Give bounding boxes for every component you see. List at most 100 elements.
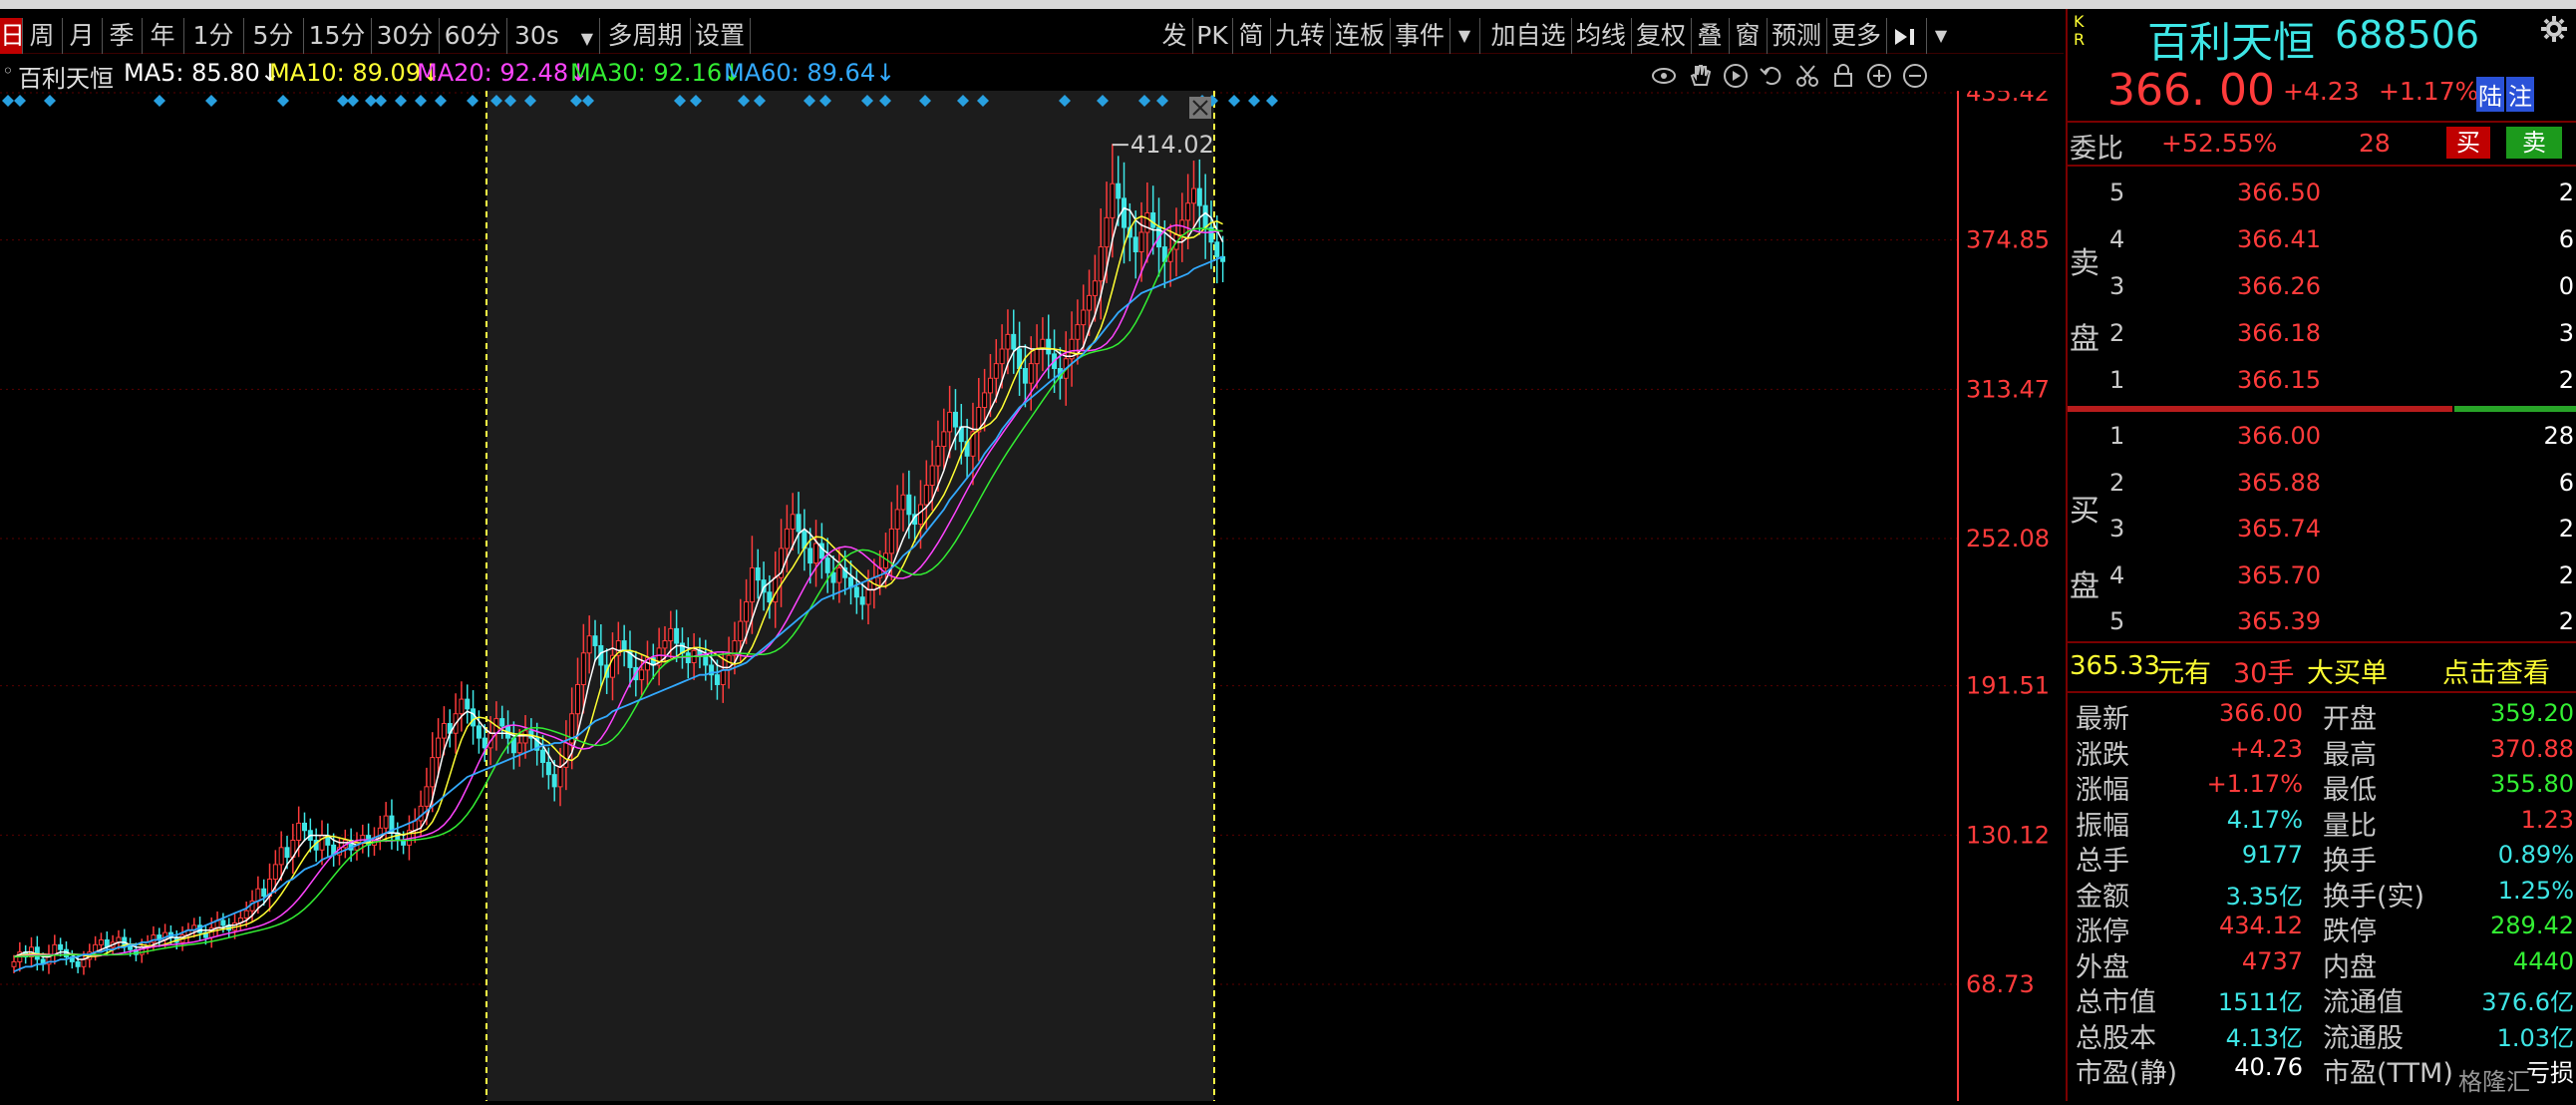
event-marker-icon[interactable] [435, 95, 447, 107]
event-marker-icon[interactable] [1228, 95, 1240, 107]
collapse-panel-icon[interactable] [1886, 18, 1927, 54]
event-marker-icon[interactable] [44, 95, 56, 107]
stat-label: 换手 [2323, 846, 2377, 877]
lock-icon[interactable] [1830, 63, 1856, 89]
y-tick-label: 435.42 [1966, 91, 2050, 107]
adjust-button[interactable]: 复权 [1631, 18, 1692, 54]
y-tick-label: 313.47 [1966, 375, 2050, 403]
period-60min[interactable]: 60分 [439, 18, 507, 54]
ask-level-price[interactable]: 366.41 [2237, 225, 2321, 253]
stat-label: 金额 [2076, 881, 2129, 913]
ask-level-price[interactable]: 366.50 [2237, 179, 2321, 206]
zoom-in-icon[interactable] [1866, 63, 1892, 89]
event-marker-icon[interactable] [154, 95, 165, 107]
candle-body [830, 571, 836, 583]
period-5min[interactable]: 5分 [243, 18, 304, 54]
play-icon[interactable] [1723, 63, 1749, 89]
toolbar-lianban-button[interactable]: 连板 [1330, 18, 1391, 54]
candle-body [545, 761, 551, 776]
candle-body [1075, 324, 1081, 340]
candle-body [424, 786, 430, 807]
close-range-icon[interactable] [1189, 97, 1211, 119]
toolbar-fa-button[interactable]: 发 [1156, 18, 1193, 54]
event-marker-icon[interactable] [395, 95, 407, 107]
bid-level-price[interactable]: 365.88 [2237, 469, 2321, 497]
ask-level-volume: 0 [2558, 272, 2574, 300]
settings-button[interactable]: 设置 [690, 18, 751, 54]
more-button[interactable]: 更多 [1826, 18, 1887, 54]
bid-level-price[interactable]: 365.39 [2237, 607, 2321, 635]
stat-label: 市盈(静) [2076, 1058, 2178, 1089]
event-marker-icon[interactable] [415, 95, 427, 107]
scissors-icon[interactable] [1794, 63, 1820, 89]
stat-label: 涨跌 [2076, 739, 2129, 771]
ask-level-price[interactable]: 366.26 [2237, 272, 2321, 300]
gear-icon[interactable] [2540, 15, 2568, 47]
bigorder-hands: 30手 [2233, 658, 2295, 689]
window-button[interactable]: 窗 [1729, 18, 1768, 54]
kline-chart[interactable]: 435.42 374.85 313.47 252.08 191.51 130.12 68.7… [0, 79, 2064, 1101]
bigorder-link[interactable]: 点击查看 [2442, 651, 2550, 690]
stat-label: 总市值 [2076, 987, 2156, 1018]
bid-level-price[interactable]: 366.00 [2237, 422, 2321, 450]
kline-chart-area[interactable]: 435.42 374.85 313.47 252.08 191.51 130.12 68.7… [0, 79, 2064, 1101]
event-marker-icon[interactable] [347, 95, 359, 107]
stat-value: 1511亿 [2217, 988, 2303, 1016]
period-week[interactable]: 周 [22, 18, 63, 54]
candle-body [744, 601, 750, 622]
toolbar-jiuzhuan-button[interactable]: 九转 [1270, 18, 1331, 54]
weibi-value: +52.55% [2161, 129, 2278, 158]
bid-level-price[interactable]: 365.74 [2237, 515, 2321, 543]
period-30min[interactable]: 30分 [371, 18, 440, 54]
zoom-out-icon[interactable] [1902, 63, 1928, 89]
candle-body [1138, 231, 1144, 252]
forecast-button[interactable]: 预测 [1767, 18, 1827, 54]
toolbar-pk-button[interactable]: PK [1192, 18, 1233, 54]
chevron-down-icon[interactable]: ▼ [1449, 18, 1480, 54]
bid-level-price[interactable]: 365.70 [2237, 561, 2321, 589]
period-1min[interactable]: 1分 [183, 18, 244, 54]
period-day[interactable]: 日 [0, 18, 25, 54]
stat-value: 4440 [2512, 946, 2574, 975]
ma-legend: ◦ 百利天恒 MA5: 85.80↓ MA10: 89.09↓ MA20: 92… [0, 53, 2064, 93]
buy-button[interactable]: 买 [2446, 127, 2490, 159]
event-marker-icon[interactable] [2, 95, 14, 107]
undo-icon[interactable] [1759, 63, 1784, 89]
candle-body [714, 674, 720, 685]
event-marker-icon[interactable] [1266, 95, 1278, 107]
candle-body [685, 652, 691, 664]
event-marker-icon[interactable] [375, 95, 387, 107]
multi-period-button[interactable]: 多周期 [600, 18, 691, 54]
stat-value: 359.20 [2490, 699, 2574, 727]
toolbar-events-button[interactable]: 事件 [1390, 18, 1450, 54]
hand-icon[interactable] [1687, 63, 1713, 89]
ma-settings-button[interactable]: 均线 [1571, 18, 1632, 54]
watermark-logo: 格隆汇 [2458, 1068, 2530, 1096]
stat-value: 9177 [2241, 841, 2303, 869]
overlay-button[interactable]: 叠 [1691, 18, 1730, 54]
period-quarter[interactable]: 季 [102, 18, 143, 54]
candle-body [383, 815, 389, 829]
stat-label: 涨停 [2076, 917, 2129, 947]
toolbar-simple-button[interactable]: 简 [1232, 18, 1271, 54]
period-30s-select[interactable]: 30s ▼ [506, 18, 600, 54]
event-marker-icon[interactable] [1248, 95, 1260, 107]
ask-level-price[interactable]: 366.18 [2237, 319, 2321, 347]
order-ratio-buy [2454, 406, 2576, 412]
event-marker-icon[interactable] [467, 95, 479, 107]
period-15min[interactable]: 15分 [303, 18, 372, 54]
ask-level-price[interactable]: 366.15 [2237, 366, 2321, 394]
sell-button[interactable]: 卖 [2506, 127, 2562, 159]
price-change: +4.23 [2283, 77, 2360, 106]
period-month[interactable]: 月 [62, 18, 103, 54]
bid-level-number: 1 [2109, 422, 2125, 450]
chevron-down-icon[interactable]: ▼ [1926, 18, 1956, 54]
eye-icon[interactable] [1651, 63, 1677, 89]
period-year[interactable]: 年 [142, 18, 184, 54]
add-watchlist-button[interactable]: 加自选 [1485, 18, 1572, 54]
event-marker-icon[interactable] [205, 95, 217, 107]
event-marker-icon[interactable] [14, 95, 26, 107]
event-marker-icon[interactable] [277, 95, 289, 107]
candle-body [575, 683, 581, 715]
kr-badge[interactable]: K R [2074, 13, 2085, 49]
